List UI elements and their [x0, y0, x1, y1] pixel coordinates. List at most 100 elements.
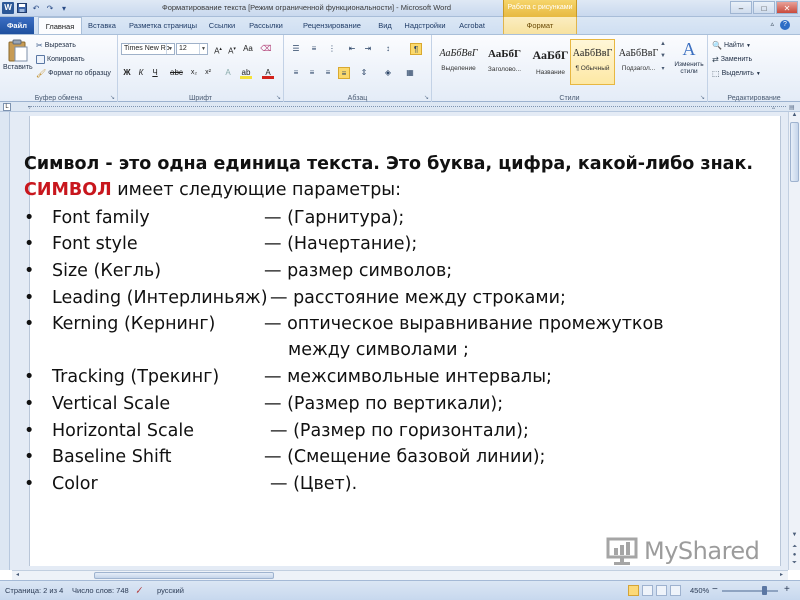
font-launcher-icon[interactable]: ↘: [276, 94, 281, 101]
tab-references[interactable]: Ссылки: [205, 17, 239, 34]
subscript-icon[interactable]: x₂: [188, 67, 200, 79]
find-button[interactable]: 🔍 Найти ▼: [712, 41, 751, 50]
minimize-ribbon-icon[interactable]: ▵: [770, 20, 774, 28]
redo-icon[interactable]: ↷: [44, 2, 56, 14]
vertical-scrollbar[interactable]: ▲ ▼ ⏶ ● ⏷: [788, 112, 800, 570]
undo-icon[interactable]: ↶: [30, 2, 42, 14]
zoom-level[interactable]: 450%: [690, 586, 709, 595]
paste-button[interactable]: Вставить: [3, 39, 33, 71]
bullets-icon[interactable]: ☰: [290, 43, 302, 55]
style-normal[interactable]: АаБбВвГ ¶ Обычный: [570, 39, 615, 85]
scroll-left-icon[interactable]: ◂: [12, 571, 23, 580]
tab-page-layout[interactable]: Разметка страницы: [124, 17, 202, 34]
font-color-icon[interactable]: A: [262, 67, 274, 79]
shrink-font-icon[interactable]: A▾: [226, 43, 238, 56]
tab-addins[interactable]: Надстройки: [400, 17, 450, 34]
left-indent-marker[interactable]: ▿: [28, 104, 31, 111]
tab-review[interactable]: Рецензирование: [292, 17, 372, 34]
styles-gallery-scroll[interactable]: ▲ ▼ ▾: [660, 41, 666, 72]
gallery-more-icon[interactable]: ▾: [661, 65, 664, 72]
decrease-indent-icon[interactable]: ⇤: [346, 43, 358, 55]
scroll-down-icon[interactable]: ▼: [789, 532, 800, 541]
multilevel-list-icon[interactable]: ⋮: [326, 43, 338, 55]
justify-icon[interactable]: ≡: [338, 67, 350, 79]
tab-insert[interactable]: Вставка: [84, 17, 120, 34]
format-painter-button[interactable]: 🖌 Формат по образцу: [36, 69, 111, 78]
clipboard-launcher-icon[interactable]: ↘: [110, 94, 115, 101]
style-heading[interactable]: АаБбГ Заголово...: [482, 39, 527, 85]
increase-indent-icon[interactable]: ⇥: [362, 43, 374, 55]
chevron-down-icon[interactable]: ▼: [166, 44, 174, 54]
replace-button[interactable]: ⇄ Заменить: [712, 55, 752, 64]
tab-home[interactable]: Главная: [38, 17, 82, 34]
minimize-button[interactable]: –: [730, 1, 752, 14]
chevron-up-icon[interactable]: ▲: [660, 41, 666, 47]
paragraph-launcher-icon[interactable]: ↘: [424, 94, 429, 101]
underline-button[interactable]: Ч: [149, 67, 161, 79]
numbering-icon[interactable]: ≡: [308, 43, 320, 55]
zoom-in-icon[interactable]: +: [784, 584, 790, 595]
bold-button[interactable]: Ж: [121, 67, 133, 79]
text-effects-icon[interactable]: A: [222, 67, 234, 79]
outline-view-icon[interactable]: [670, 585, 681, 596]
zoom-slider[interactable]: [722, 590, 778, 592]
word-app-icon[interactable]: W: [2, 2, 14, 14]
grow-font-icon[interactable]: A▴: [212, 43, 224, 56]
maximize-button[interactable]: □: [753, 1, 775, 14]
save-icon[interactable]: [16, 2, 28, 14]
close-button[interactable]: ✕: [776, 1, 798, 14]
align-right-icon[interactable]: ≡: [322, 67, 334, 79]
full-screen-reading-view-icon[interactable]: [642, 585, 653, 596]
zoom-slider-thumb[interactable]: [762, 586, 767, 595]
scroll-right-icon[interactable]: ▸: [776, 571, 787, 580]
select-button[interactable]: ⬚ Выделить ▼: [712, 69, 761, 78]
document-page[interactable]: Символ - это одна единица текста. Это бу…: [24, 116, 781, 566]
word-count[interactable]: Число слов: 748: [72, 586, 129, 595]
page-count[interactable]: Страница: 2 из 4: [5, 586, 63, 595]
shading-icon[interactable]: ◈: [382, 67, 394, 79]
sort-icon[interactable]: ↕: [382, 43, 394, 55]
zoom-out-icon[interactable]: −: [712, 584, 718, 595]
view-ruler-icon[interactable]: ▤: [789, 104, 795, 111]
style-emphasis[interactable]: АаБбВвГ Выделение: [436, 39, 481, 85]
align-center-icon[interactable]: ≡: [306, 67, 318, 79]
next-page-icon[interactable]: ⏷: [789, 560, 800, 569]
tab-view[interactable]: Вид: [374, 17, 396, 34]
superscript-icon[interactable]: x²: [202, 67, 214, 79]
cut-button[interactable]: ✂ Вырезать: [36, 41, 76, 50]
italic-button[interactable]: К: [135, 67, 147, 79]
font-size-combo[interactable]: 12 ▼: [176, 43, 208, 55]
web-layout-view-icon[interactable]: [656, 585, 667, 596]
tab-acrobat[interactable]: Acrobat: [452, 17, 492, 34]
tab-selector-icon[interactable]: L: [3, 103, 11, 111]
help-icon[interactable]: ?: [780, 20, 790, 30]
print-layout-view-icon[interactable]: [628, 585, 639, 596]
hscroll-thumb[interactable]: [94, 572, 274, 579]
horizontal-scrollbar[interactable]: ◂ ▸: [12, 570, 788, 580]
show-formatting-button[interactable]: ¶: [410, 43, 422, 55]
styles-launcher-icon[interactable]: ↘: [700, 94, 705, 101]
tab-mailings[interactable]: Рассылки: [244, 17, 288, 34]
tab-file[interactable]: Файл: [0, 17, 34, 34]
proofing-icon[interactable]: ✓̸: [136, 586, 142, 595]
change-styles-button[interactable]: A Изменить стили: [670, 39, 708, 75]
copy-button[interactable]: Копировать: [36, 55, 85, 64]
chevron-down-icon[interactable]: ▼: [660, 53, 666, 59]
tab-format[interactable]: Формат: [503, 17, 577, 34]
style-subtitle[interactable]: АаБбВвГ Подзагол...: [616, 39, 661, 85]
scroll-up-icon[interactable]: ▲: [789, 112, 800, 121]
font-name-combo[interactable]: Times New Ro ▼: [121, 43, 175, 55]
customize-qat-icon[interactable]: ▾: [58, 2, 70, 14]
right-indent-marker[interactable]: ▵: [772, 104, 775, 111]
chevron-down-icon[interactable]: ▼: [199, 44, 207, 54]
change-case-icon[interactable]: Aa: [242, 43, 254, 55]
scroll-thumb[interactable]: [790, 122, 799, 182]
strikethrough-icon[interactable]: abc: [170, 67, 183, 79]
clear-formatting-icon[interactable]: ⌫: [260, 43, 272, 55]
align-left-icon[interactable]: ≡: [290, 67, 302, 79]
borders-icon[interactable]: ▦: [404, 67, 416, 79]
language[interactable]: русский: [157, 586, 184, 595]
line-spacing-icon[interactable]: ⇕: [358, 67, 370, 79]
highlight-icon[interactable]: ab: [240, 67, 252, 79]
style-title[interactable]: АаБбГ Название: [528, 39, 573, 85]
